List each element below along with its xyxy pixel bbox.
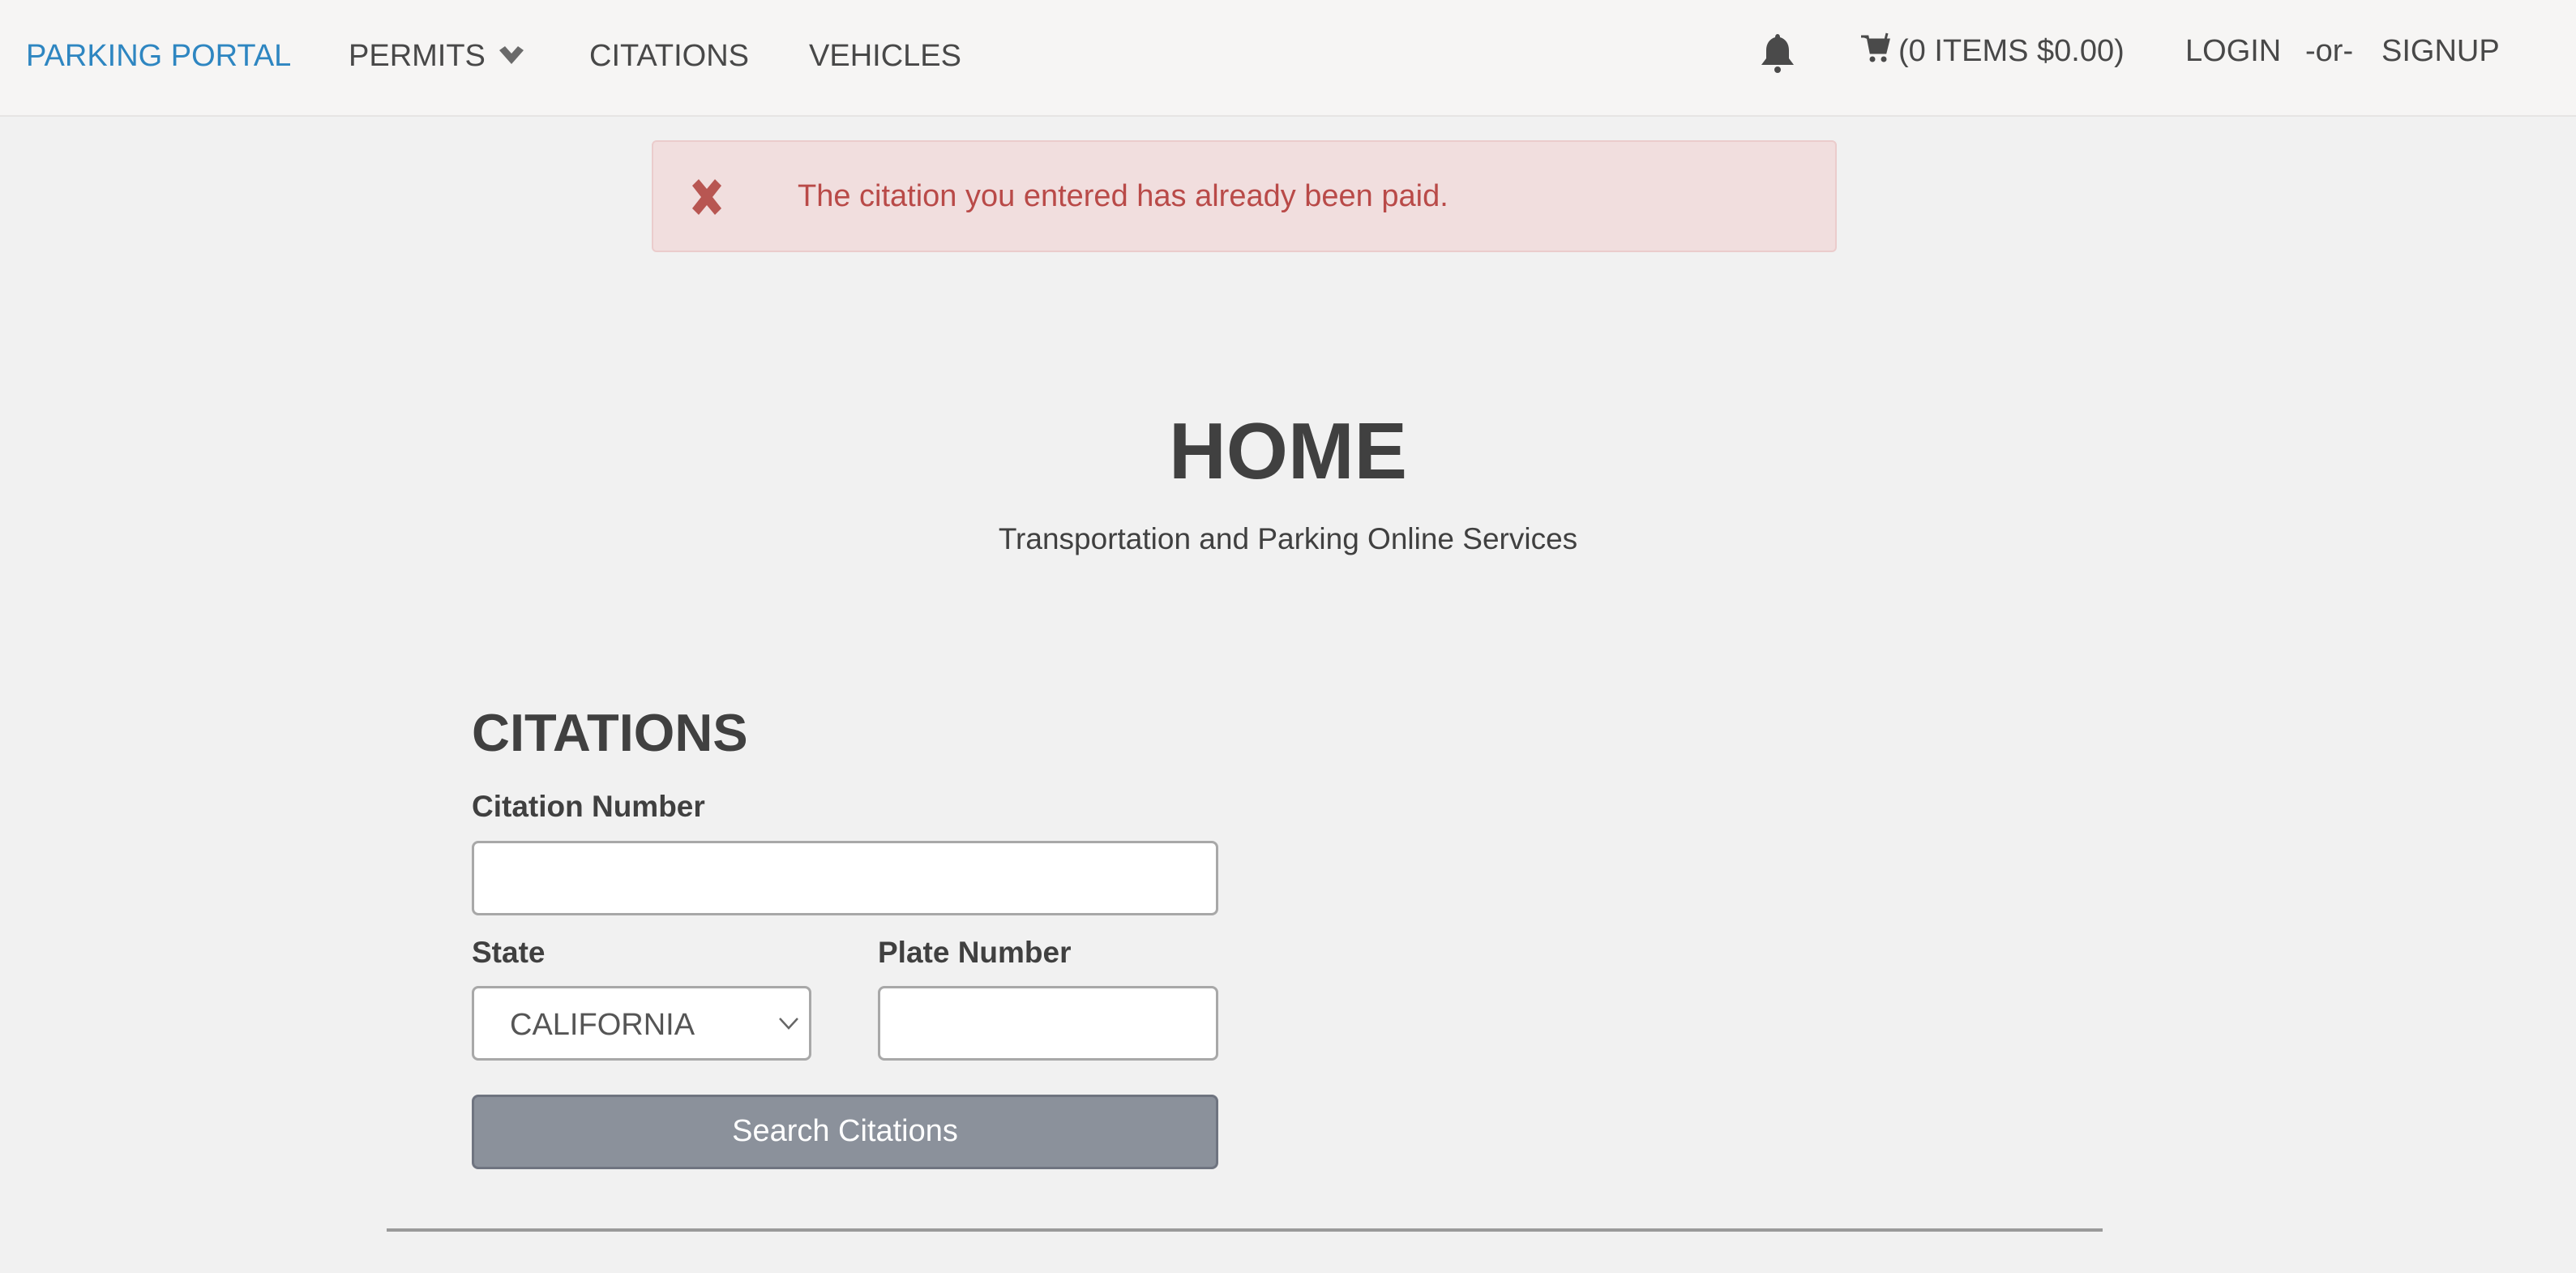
state-selected-value: CALIFORNIA bbox=[510, 1008, 695, 1042]
state-select[interactable]: CALIFORNIA bbox=[472, 986, 811, 1061]
top-navbar: PARKING PORTAL PERMITS CITATIONS VEHICLE… bbox=[0, 0, 2576, 117]
citations-heading: CITATIONS bbox=[472, 703, 748, 762]
search-citations-button[interactable]: Search Citations bbox=[472, 1095, 1218, 1169]
plate-number-input[interactable] bbox=[878, 986, 1218, 1061]
nav-permits-label: PERMITS bbox=[349, 39, 486, 73]
brand-link[interactable]: PARKING PORTAL bbox=[26, 36, 291, 76]
state-label: State bbox=[472, 936, 546, 969]
nav-citations[interactable]: CITATIONS bbox=[589, 36, 749, 76]
login-link[interactable]: LOGIN bbox=[2185, 31, 2281, 71]
auth-separator: -or- bbox=[2305, 34, 2354, 68]
chevron-down-icon bbox=[778, 1016, 799, 1031]
page-subtitle: Transportation and Parking Online Servic… bbox=[998, 522, 1578, 555]
cart-link[interactable]: (0 ITEMS $0.00) bbox=[1859, 31, 2125, 71]
signup-link[interactable]: SIGNUP bbox=[2381, 31, 2500, 71]
chevron-down-icon bbox=[497, 37, 526, 78]
nav-vehicles[interactable]: VEHICLES bbox=[809, 36, 961, 76]
alert-message: The citation you entered has already bee… bbox=[798, 179, 1448, 213]
close-icon bbox=[689, 178, 725, 216]
section-divider bbox=[387, 1228, 2103, 1232]
citation-number-label: Citation Number bbox=[472, 790, 705, 823]
plate-number-label: Plate Number bbox=[878, 936, 1072, 969]
cart-summary: (0 ITEMS $0.00) bbox=[1898, 34, 2125, 68]
nav-permits[interactable]: PERMITS bbox=[349, 36, 526, 78]
bell-icon[interactable] bbox=[1759, 32, 1796, 75]
error-alert: The citation you entered has already bee… bbox=[652, 140, 1837, 252]
page-title: HOME bbox=[1169, 406, 1407, 495]
cart-icon bbox=[1861, 32, 1890, 62]
citation-number-input[interactable] bbox=[472, 841, 1218, 915]
